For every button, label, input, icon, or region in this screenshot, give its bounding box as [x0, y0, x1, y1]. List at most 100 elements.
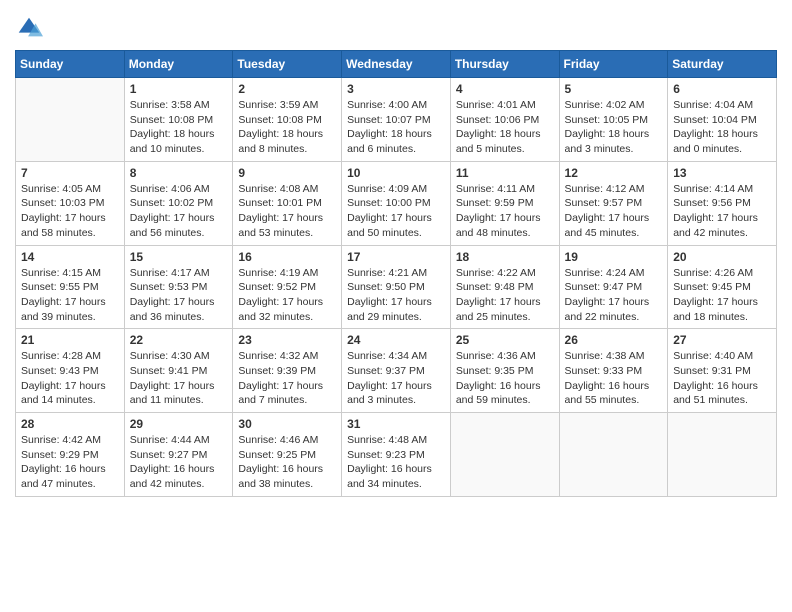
calendar-cell	[450, 413, 559, 497]
day-number: 27	[673, 333, 771, 347]
calendar-cell: 3 Sunrise: 4:00 AM Sunset: 10:07 PM Dayli…	[342, 78, 451, 162]
week-row-4: 21 Sunrise: 4:28 AM Sunset: 9:43 PM Dayli…	[16, 329, 777, 413]
calendar-cell: 14 Sunrise: 4:15 AM Sunset: 9:55 PM Dayli…	[16, 245, 125, 329]
day-number: 25	[456, 333, 554, 347]
day-number: 10	[347, 166, 445, 180]
day-number: 9	[238, 166, 336, 180]
day-info: Sunrise: 4:02 AM Sunset: 10:05 PM Daylig…	[565, 98, 663, 157]
calendar-cell: 25 Sunrise: 4:36 AM Sunset: 9:35 PM Dayli…	[450, 329, 559, 413]
day-number: 12	[565, 166, 663, 180]
day-number: 8	[130, 166, 228, 180]
day-info: Sunrise: 3:58 AM Sunset: 10:08 PM Daylig…	[130, 98, 228, 157]
day-info: Sunrise: 4:08 AM Sunset: 10:01 PM Daylig…	[238, 182, 336, 241]
day-number: 20	[673, 250, 771, 264]
day-info: Sunrise: 4:26 AM Sunset: 9:45 PM Dayligh…	[673, 266, 771, 325]
calendar-cell: 15 Sunrise: 4:17 AM Sunset: 9:53 PM Dayli…	[124, 245, 233, 329]
calendar-cell: 20 Sunrise: 4:26 AM Sunset: 9:45 PM Dayli…	[668, 245, 777, 329]
calendar-cell: 21 Sunrise: 4:28 AM Sunset: 9:43 PM Dayli…	[16, 329, 125, 413]
calendar-cell	[559, 413, 668, 497]
day-info: Sunrise: 4:06 AM Sunset: 10:02 PM Daylig…	[130, 182, 228, 241]
calendar-cell: 29 Sunrise: 4:44 AM Sunset: 9:27 PM Dayli…	[124, 413, 233, 497]
calendar-cell: 9 Sunrise: 4:08 AM Sunset: 10:01 PM Dayli…	[233, 161, 342, 245]
day-number: 4	[456, 82, 554, 96]
header-cell-thursday: Thursday	[450, 51, 559, 78]
day-info: Sunrise: 4:00 AM Sunset: 10:07 PM Daylig…	[347, 98, 445, 157]
calendar-cell: 7Sunrise: 4:05 AM Sunset: 10:03 PM Dayli…	[16, 161, 125, 245]
day-number: 6	[673, 82, 771, 96]
logo-icon	[15, 14, 43, 42]
day-info: Sunrise: 4:44 AM Sunset: 9:27 PM Dayligh…	[130, 433, 228, 492]
day-number: 31	[347, 417, 445, 431]
logo	[15, 14, 47, 42]
calendar-cell: 22 Sunrise: 4:30 AM Sunset: 9:41 PM Dayli…	[124, 329, 233, 413]
day-number: 5	[565, 82, 663, 96]
calendar-table: SundayMondayTuesdayWednesdayThursdayFrid…	[15, 50, 777, 497]
calendar-cell: 16Sunrise: 4:19 AM Sunset: 9:52 PM Dayli…	[233, 245, 342, 329]
day-info: Sunrise: 4:14 AM Sunset: 9:56 PM Dayligh…	[673, 182, 771, 241]
calendar-cell: 5 Sunrise: 4:02 AM Sunset: 10:05 PM Dayli…	[559, 78, 668, 162]
page-header	[15, 10, 777, 42]
calendar-header: SundayMondayTuesdayWednesdayThursdayFrid…	[16, 51, 777, 78]
week-row-5: 28 Sunrise: 4:42 AM Sunset: 9:29 PM Dayli…	[16, 413, 777, 497]
calendar-cell: 18Sunrise: 4:22 AM Sunset: 9:48 PM Dayli…	[450, 245, 559, 329]
day-number: 2	[238, 82, 336, 96]
day-number: 15	[130, 250, 228, 264]
day-number: 29	[130, 417, 228, 431]
calendar-cell: 26 Sunrise: 4:38 AM Sunset: 9:33 PM Dayli…	[559, 329, 668, 413]
day-info: Sunrise: 4:22 AM Sunset: 9:48 PM Dayligh…	[456, 266, 554, 325]
header-row: SundayMondayTuesdayWednesdayThursdayFrid…	[16, 51, 777, 78]
day-info: Sunrise: 4:46 AM Sunset: 9:25 PM Dayligh…	[238, 433, 336, 492]
day-info: Sunrise: 4:17 AM Sunset: 9:53 PM Dayligh…	[130, 266, 228, 325]
day-info: Sunrise: 4:34 AM Sunset: 9:37 PM Dayligh…	[347, 349, 445, 408]
header-cell-saturday: Saturday	[668, 51, 777, 78]
day-number: 16	[238, 250, 336, 264]
calendar-cell: 30 Sunrise: 4:46 AM Sunset: 9:25 PM Dayli…	[233, 413, 342, 497]
calendar-cell: 10Sunrise: 4:09 AM Sunset: 10:00 PM Dayl…	[342, 161, 451, 245]
calendar-cell: 31 Sunrise: 4:48 AM Sunset: 9:23 PM Dayli…	[342, 413, 451, 497]
calendar-cell: 24 Sunrise: 4:34 AM Sunset: 9:37 PM Dayli…	[342, 329, 451, 413]
calendar-body: 1 Sunrise: 3:58 AM Sunset: 10:08 PM Dayli…	[16, 78, 777, 497]
calendar-cell: 4 Sunrise: 4:01 AM Sunset: 10:06 PM Dayli…	[450, 78, 559, 162]
calendar-cell	[668, 413, 777, 497]
day-info: Sunrise: 4:28 AM Sunset: 9:43 PM Dayligh…	[21, 349, 119, 408]
header-cell-wednesday: Wednesday	[342, 51, 451, 78]
day-number: 21	[21, 333, 119, 347]
calendar-cell: 28 Sunrise: 4:42 AM Sunset: 9:29 PM Dayli…	[16, 413, 125, 497]
calendar-cell: 12 Sunrise: 4:12 AM Sunset: 9:57 PM Dayli…	[559, 161, 668, 245]
day-info: Sunrise: 4:38 AM Sunset: 9:33 PM Dayligh…	[565, 349, 663, 408]
day-number: 26	[565, 333, 663, 347]
day-number: 24	[347, 333, 445, 347]
header-cell-friday: Friday	[559, 51, 668, 78]
day-info: Sunrise: 4:48 AM Sunset: 9:23 PM Dayligh…	[347, 433, 445, 492]
day-number: 14	[21, 250, 119, 264]
day-number: 28	[21, 417, 119, 431]
day-number: 23	[238, 333, 336, 347]
day-info: Sunrise: 4:15 AM Sunset: 9:55 PM Dayligh…	[21, 266, 119, 325]
day-info: Sunrise: 4:12 AM Sunset: 9:57 PM Dayligh…	[565, 182, 663, 241]
day-number: 30	[238, 417, 336, 431]
calendar-cell	[16, 78, 125, 162]
day-info: Sunrise: 3:59 AM Sunset: 10:08 PM Daylig…	[238, 98, 336, 157]
day-info: Sunrise: 4:05 AM Sunset: 10:03 PM Daylig…	[21, 182, 119, 241]
day-info: Sunrise: 4:04 AM Sunset: 10:04 PM Daylig…	[673, 98, 771, 157]
day-number: 13	[673, 166, 771, 180]
day-number: 17	[347, 250, 445, 264]
calendar-cell: 6 Sunrise: 4:04 AM Sunset: 10:04 PM Dayli…	[668, 78, 777, 162]
week-row-3: 14 Sunrise: 4:15 AM Sunset: 9:55 PM Dayli…	[16, 245, 777, 329]
day-number: 22	[130, 333, 228, 347]
day-info: Sunrise: 4:42 AM Sunset: 9:29 PM Dayligh…	[21, 433, 119, 492]
day-info: Sunrise: 4:21 AM Sunset: 9:50 PM Dayligh…	[347, 266, 445, 325]
day-number: 3	[347, 82, 445, 96]
day-number: 11	[456, 166, 554, 180]
day-info: Sunrise: 4:01 AM Sunset: 10:06 PM Daylig…	[456, 98, 554, 157]
week-row-2: 7Sunrise: 4:05 AM Sunset: 10:03 PM Dayli…	[16, 161, 777, 245]
day-number: 1	[130, 82, 228, 96]
calendar-cell: 17 Sunrise: 4:21 AM Sunset: 9:50 PM Dayli…	[342, 245, 451, 329]
day-info: Sunrise: 4:32 AM Sunset: 9:39 PM Dayligh…	[238, 349, 336, 408]
day-number: 19	[565, 250, 663, 264]
day-info: Sunrise: 4:24 AM Sunset: 9:47 PM Dayligh…	[565, 266, 663, 325]
day-info: Sunrise: 4:36 AM Sunset: 9:35 PM Dayligh…	[456, 349, 554, 408]
calendar-cell: 11Sunrise: 4:11 AM Sunset: 9:59 PM Dayli…	[450, 161, 559, 245]
day-info: Sunrise: 4:30 AM Sunset: 9:41 PM Dayligh…	[130, 349, 228, 408]
header-cell-monday: Monday	[124, 51, 233, 78]
